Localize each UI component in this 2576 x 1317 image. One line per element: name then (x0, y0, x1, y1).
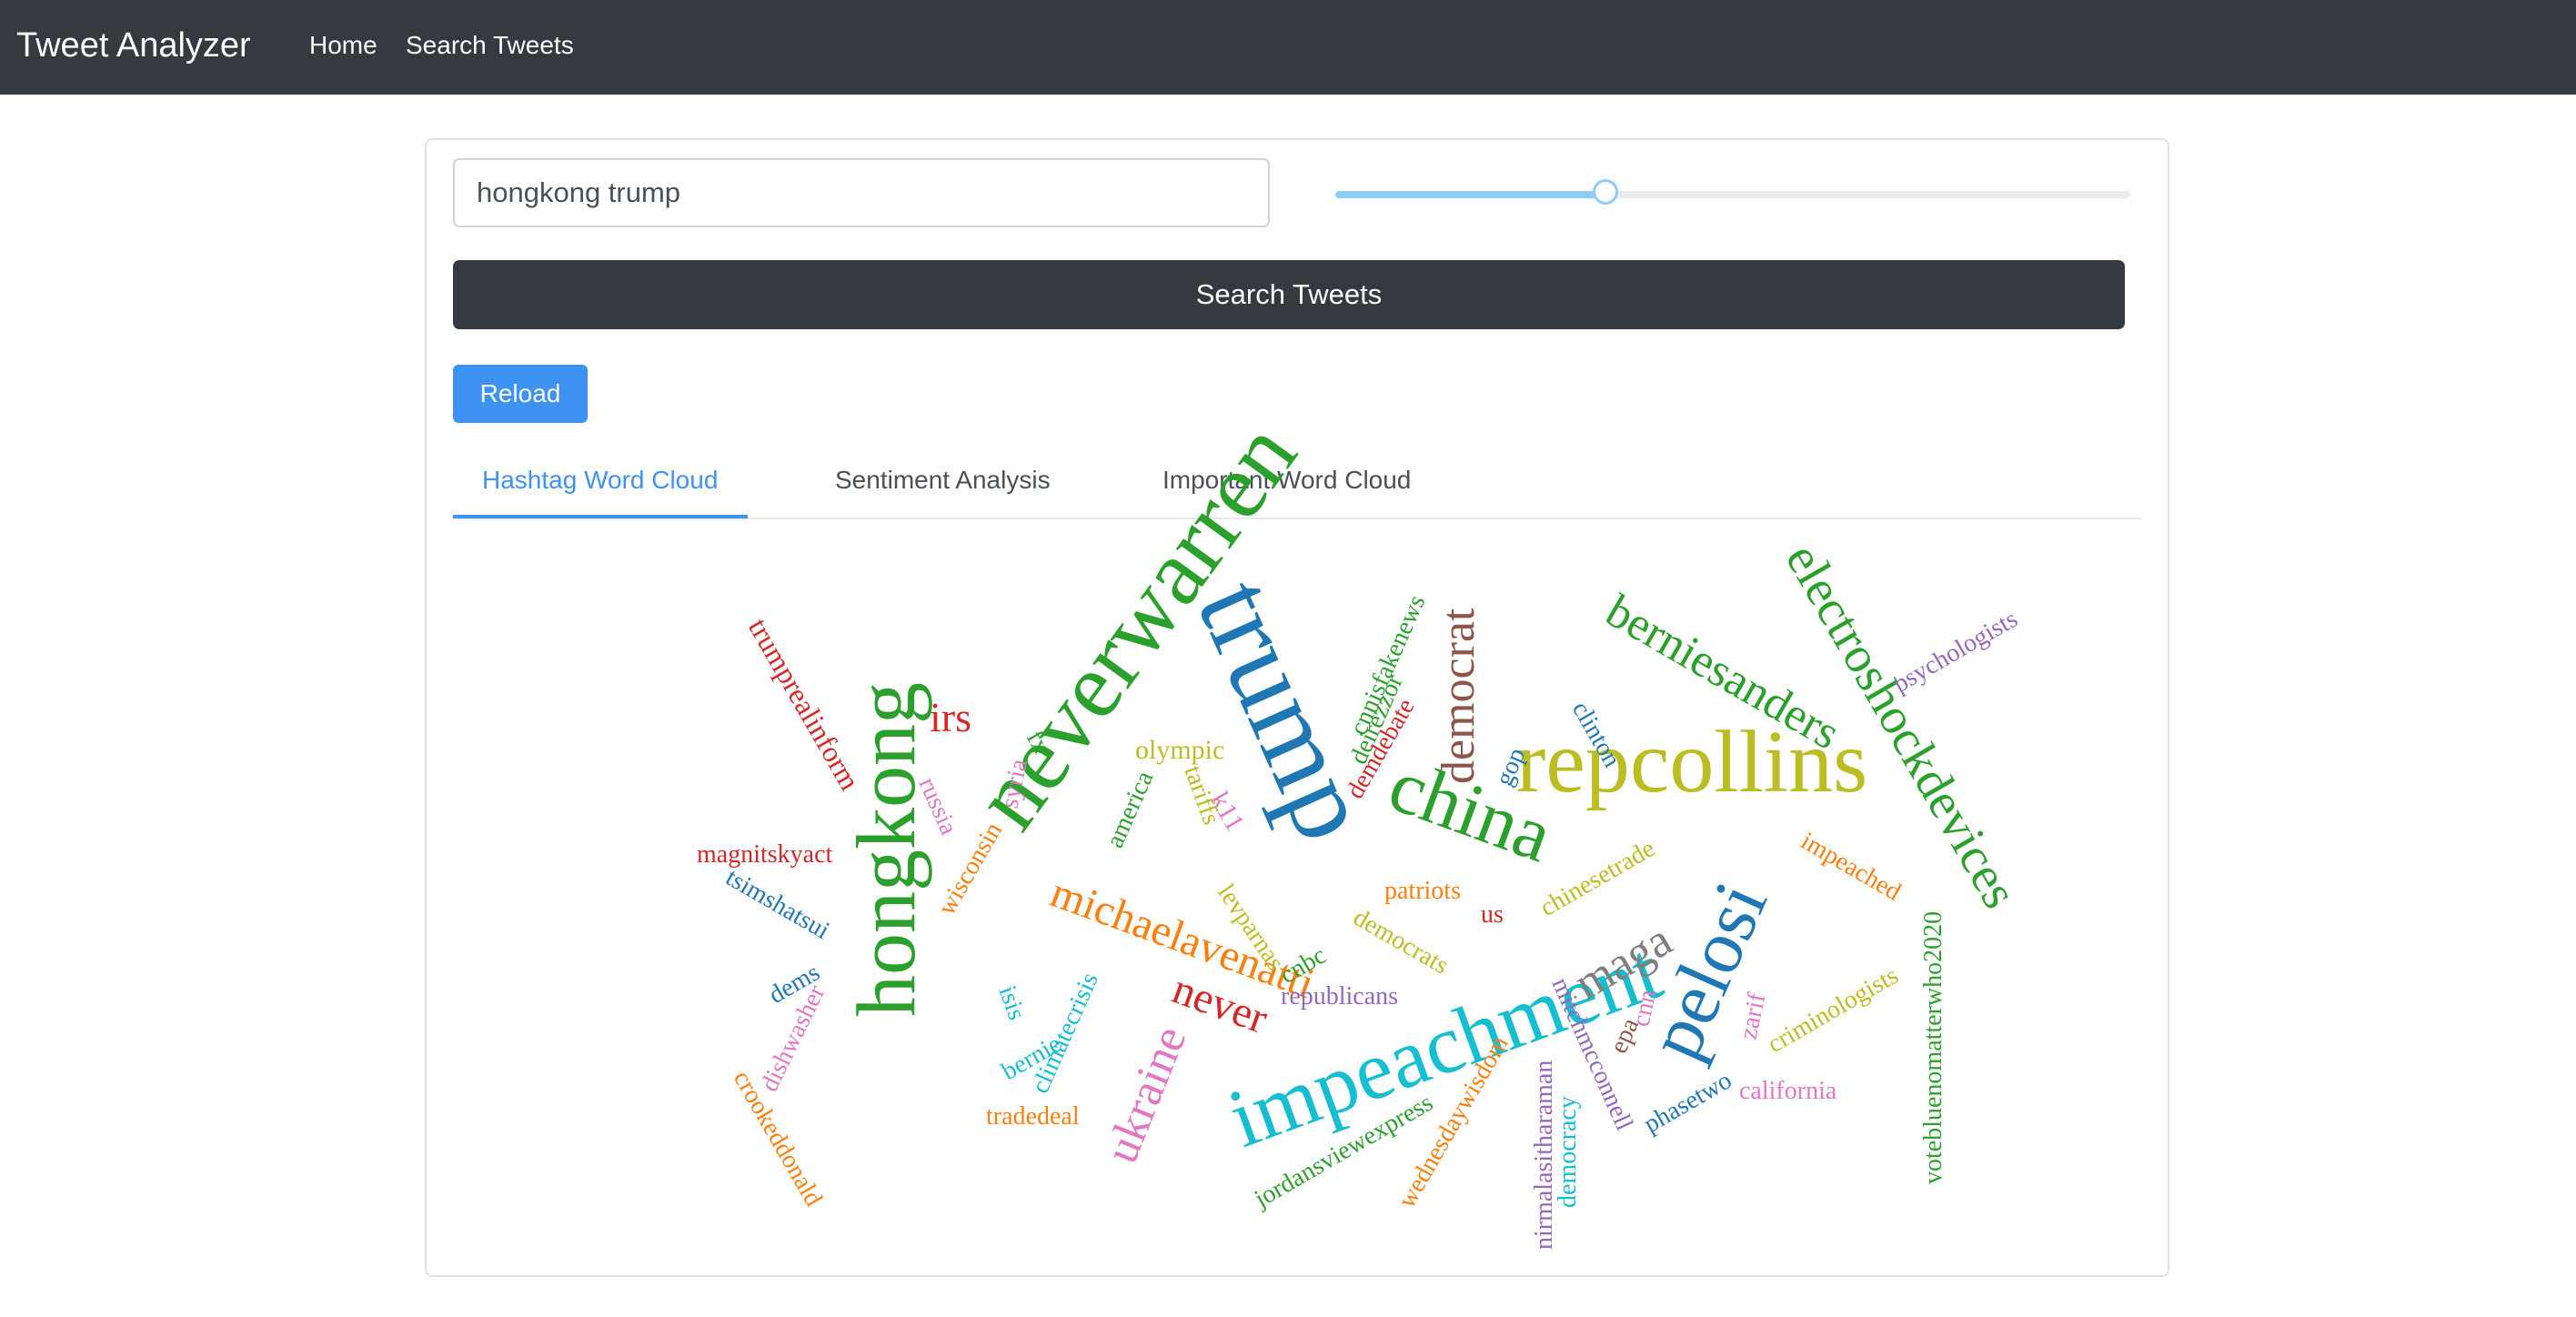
tab-important-word-cloud[interactable]: Important Word Cloud (1162, 462, 1411, 498)
nav-search-tweets-link[interactable]: Search Tweets (406, 24, 574, 67)
navbar: Tweet Analyzer Home Search Tweets (0, 0, 2576, 95)
slider-thumb[interactable] (1593, 179, 1619, 205)
slider-fill (1335, 191, 1606, 198)
tab-hashtag-word-cloud[interactable]: Hashtag Word Cloud (482, 462, 718, 498)
reload-button[interactable]: Reload (453, 365, 588, 423)
tweet-count-slider[interactable] (1335, 179, 2130, 205)
search-input[interactable] (453, 158, 1270, 227)
search-tweets-button[interactable]: Search Tweets (453, 260, 2125, 329)
active-tab-indicator (453, 515, 748, 518)
tab-sentiment-analysis[interactable]: Sentiment Analysis (835, 462, 1051, 498)
brand-title[interactable]: Tweet Analyzer (16, 20, 251, 71)
nav-home-link[interactable]: Home (309, 24, 377, 67)
